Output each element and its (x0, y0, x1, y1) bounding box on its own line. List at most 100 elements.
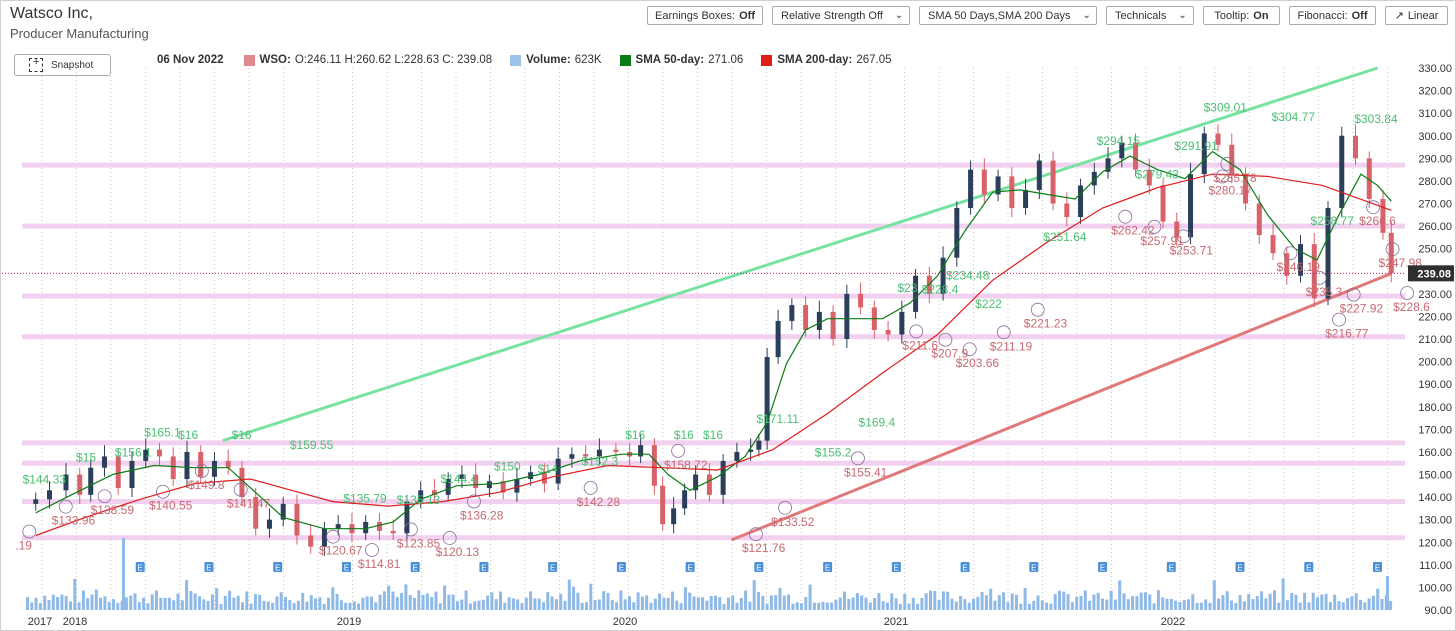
y-tick-label: 170.00 (1418, 424, 1452, 436)
candle-body (734, 451, 740, 461)
volume-bar (38, 602, 42, 610)
y-tick-label: 90.00 (1424, 605, 1452, 617)
volume-bar (559, 593, 563, 610)
earnings-marker-label: E (1031, 564, 1036, 573)
volume-bar (516, 599, 520, 610)
volume-bar (542, 602, 545, 610)
peak-label: $15 (76, 450, 96, 464)
volume-bar (537, 598, 541, 610)
volume-bar (1118, 580, 1122, 610)
volume-bar (589, 583, 593, 610)
volume-bar (1389, 600, 1393, 610)
candle-body (170, 456, 176, 480)
volume-bar (959, 595, 963, 610)
volume-bar (47, 600, 51, 610)
volume-bar (1156, 590, 1160, 610)
earnings-marker-label: E (894, 564, 899, 573)
volume-bar (834, 599, 838, 610)
volume-bar (421, 594, 425, 610)
volume-bar (967, 602, 971, 610)
candle-body (335, 524, 341, 529)
y-tick-label: 280.00 (1418, 176, 1452, 188)
volume-bar (1010, 593, 1014, 610)
candle-body (1270, 235, 1276, 254)
volume-bar (907, 603, 911, 610)
candle-body (115, 456, 121, 489)
y-tick-label: 150.00 (1418, 470, 1452, 482)
candle-body (1188, 174, 1194, 238)
volume-bar (370, 596, 373, 610)
y-tick-label: 190.00 (1418, 379, 1452, 391)
volume-bar (593, 600, 597, 610)
candle-body (775, 320, 781, 358)
volume-bar (464, 590, 468, 610)
volume-bar (748, 601, 752, 610)
candle-body (1009, 176, 1015, 209)
volume-bar (1350, 596, 1354, 610)
candle-body (363, 521, 369, 534)
volume-bar (868, 602, 872, 610)
volume-bar (791, 603, 795, 610)
volume-bar (1376, 588, 1380, 610)
volume-bar (1380, 599, 1384, 610)
volume-bar (443, 585, 447, 610)
volume-bar (305, 601, 309, 610)
volume-bar (451, 594, 455, 610)
volume-bar (950, 598, 954, 610)
y-tick-label: 140.00 (1418, 492, 1452, 504)
volume-bar (1027, 603, 1031, 610)
volume-bar (696, 597, 700, 610)
volume-bar (266, 601, 270, 610)
y-tick-label: 130.00 (1418, 515, 1452, 527)
peak-label: $303.84 (1354, 112, 1398, 126)
volume-bar (1187, 599, 1190, 610)
volume-bar (1251, 599, 1255, 610)
volume-bar (1324, 593, 1328, 610)
volume-bar (903, 593, 907, 610)
peak-label: $144.4 (441, 472, 478, 486)
volume-bar (365, 596, 369, 610)
candle-body (885, 329, 891, 335)
volume-bar (1066, 594, 1070, 610)
candle-body (514, 479, 520, 493)
volume-bar (572, 586, 576, 610)
volume-bar (112, 599, 115, 610)
volume-bar (425, 593, 429, 610)
volume-bar (563, 600, 567, 610)
volume-bar (1341, 602, 1345, 610)
volume-bar (795, 602, 799, 610)
trough-label: $216.77 (1325, 327, 1369, 341)
trough-label: $285.78 (1213, 171, 1257, 185)
trough-circle (1400, 286, 1415, 300)
volume-bar (198, 596, 201, 610)
candle-body (1036, 160, 1042, 190)
earnings-marker-label: E (1169, 564, 1174, 573)
volume-bar (408, 595, 412, 610)
volume-bar (279, 592, 283, 610)
volume-bar (339, 600, 343, 610)
volume-bar (116, 602, 120, 610)
peak-label: $291.91 (1174, 139, 1218, 153)
volume-bar (236, 595, 240, 610)
peak-label: $159.55 (290, 438, 334, 452)
volume-bar (825, 602, 829, 610)
volume-bar (705, 600, 709, 610)
peak-label: $258.77 (1311, 214, 1355, 228)
earnings-marker-label: E (1237, 564, 1242, 573)
candle-body (682, 490, 688, 509)
y-tick-label: 210.00 (1418, 334, 1452, 346)
volume-bar (1023, 587, 1027, 610)
volume-bar (692, 596, 696, 610)
volume-bar (731, 595, 735, 610)
volume-bar (1281, 578, 1285, 610)
volume-bar (855, 593, 859, 610)
volume-bar (94, 589, 98, 610)
earnings-marker-label: E (756, 564, 761, 573)
volume-bar (1260, 591, 1264, 610)
volume-bar (1019, 603, 1023, 610)
volume-bar (99, 597, 103, 610)
volume-bar (1346, 597, 1350, 610)
volume-bar (511, 598, 515, 610)
peak-label: $165.1 (144, 425, 181, 439)
price-chart[interactable]: E E E E E E E E E E E E E E E E E E E $144.33 $15 $156.1 $165.… (0, 0, 1456, 631)
